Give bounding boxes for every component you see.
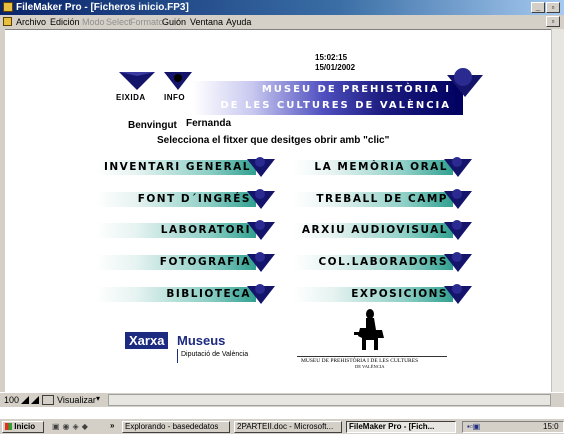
- file-button-la-memoria-oral[interactable]: LA MEMÒRIA ORAL: [293, 156, 473, 178]
- file-label: LA MEMÒRIA ORAL: [314, 161, 448, 173]
- start-button[interactable]: Inicio: [2, 421, 44, 433]
- window-title: FileMaker Pro - [Ficheros inicio.FP3]: [16, 2, 189, 13]
- exit-button[interactable]: EIXIDA: [116, 70, 158, 104]
- file-button-laboratori[interactable]: LABORATORI: [96, 219, 276, 241]
- menu-archivo[interactable]: Archivo: [16, 17, 46, 28]
- quick-launch-icons[interactable]: ▣◉◈◆: [52, 422, 91, 431]
- file-button-font-dingres[interactable]: FONT D´INGRÉS: [96, 188, 276, 210]
- status-bar: 100 Visualizar ▾: [0, 392, 564, 407]
- info-button[interactable]: INFO: [162, 70, 196, 104]
- instruction-text: Selecciona el fitxer que desitges obrir …: [157, 135, 390, 146]
- arrow-icon: [247, 220, 275, 240]
- file-button-treball-de-camp[interactable]: TREBALL DE CAMP: [293, 188, 473, 210]
- xarxa-word: Xarxa: [125, 332, 169, 349]
- file-button-fotografia[interactable]: FOTOGRAFIA: [96, 251, 276, 273]
- welcome-greeting: Benvingut: [128, 120, 177, 131]
- menu-select[interactable]: Select: [106, 17, 131, 28]
- tray-clock: 15:0: [543, 422, 559, 431]
- arrow-icon: [444, 189, 472, 209]
- file-label: FOTOGRAFIA: [159, 256, 251, 268]
- exit-label: EIXIDA: [116, 93, 146, 102]
- museum-title-line1: MUSEU DE PREHISTÒRIA I: [261, 84, 451, 95]
- current-date: 15/01/2002: [315, 63, 356, 72]
- info-label: INFO: [164, 93, 186, 102]
- file-button-col-laboradors[interactable]: COL.LABORADORS: [293, 251, 473, 273]
- arrow-icon: [247, 284, 275, 304]
- desktop-gap: [0, 407, 564, 418]
- file-label: COL.LABORADORS: [318, 256, 448, 268]
- layout-area: 15:02:15 15/01/2002 EIXIDA INFO MUSEU DE…: [5, 29, 551, 393]
- museum-emblem-logo: MUSEU DE PREHISTÒRIA I DE LES CULTURES D…: [297, 308, 447, 370]
- start-label: Inicio: [14, 422, 36, 431]
- task-filemaker[interactable]: FileMaker Pro - [Fich...: [346, 421, 456, 433]
- task-label: 2PARTEII.doc - Microsoft...: [237, 422, 334, 431]
- task-word-doc[interactable]: 2PARTEII.doc - Microsoft...: [234, 421, 342, 433]
- banner-arrow-icon: [447, 68, 483, 97]
- taskbar: Inicio ▣◉◈◆ » Explorando - basededatos 2…: [0, 418, 564, 434]
- minimize-button[interactable]: _: [531, 2, 545, 13]
- file-label: TREBALL DE CAMP: [316, 193, 448, 205]
- menu-bar: Archivo Edición Modo Select Formato Guió…: [0, 15, 564, 29]
- menu-ayuda[interactable]: Ayuda: [226, 17, 251, 28]
- arrow-icon: [247, 189, 275, 209]
- file-label: INVENTARI GENERAL: [103, 161, 251, 173]
- filemaker-icon: [3, 2, 13, 12]
- horse-rider-icon: [354, 309, 384, 350]
- status-toggle-icon[interactable]: [42, 395, 54, 405]
- museus-word: Museus: [177, 333, 226, 348]
- user-name: Fernanda: [186, 118, 232, 129]
- current-time: 15:02:15: [315, 53, 348, 62]
- file-button-biblioteca[interactable]: BIBLIOTECA: [96, 283, 276, 305]
- file-label: ARXIU AUDIOVISUAL: [301, 224, 448, 236]
- file-button-exposicions[interactable]: EXPOSICIONS: [293, 283, 473, 305]
- down-arrow-icon: [119, 72, 155, 90]
- vertical-scrollbar[interactable]: [551, 29, 564, 392]
- title-bar: FileMaker Pro - [Ficheros inicio.FP3] _ …: [0, 0, 564, 15]
- doc-restore-button[interactable]: ▫: [546, 16, 560, 27]
- arrow-icon: [247, 252, 275, 272]
- file-button-arxiu-audiovisual[interactable]: ARXIU AUDIOVISUAL: [293, 219, 473, 241]
- windows-logo-icon: [5, 423, 12, 431]
- task-label: Explorando - basededatos: [125, 422, 219, 431]
- xarxa-subtitle: Diputació de València: [181, 351, 249, 358]
- arrow-icon: [247, 157, 275, 177]
- file-label: FONT D´INGRÉS: [137, 193, 251, 205]
- menu-ventana[interactable]: Ventana: [190, 17, 223, 28]
- task-label: FileMaker Pro - [Fich...: [349, 422, 435, 431]
- quick-launch-more[interactable]: »: [110, 421, 114, 430]
- file-label: EXPOSICIONS: [351, 288, 448, 300]
- mode-selector[interactable]: Visualizar: [57, 395, 96, 405]
- system-tray: ▪▫▣ 15:0: [462, 421, 564, 433]
- museum-title-banner: MUSEU DE PREHISTÒRIA I DE LES CULTURES D…: [193, 81, 463, 115]
- museum-caption-city: DE VALÈNCIA: [355, 364, 385, 369]
- task-explorando[interactable]: Explorando - basededatos: [122, 421, 230, 433]
- horizontal-scrollbar[interactable]: [108, 394, 551, 406]
- menu-guion[interactable]: Guión: [162, 17, 186, 28]
- document-icon[interactable]: [3, 17, 12, 26]
- menu-modo[interactable]: Modo: [82, 17, 105, 28]
- menu-formato[interactable]: Formato: [130, 17, 164, 28]
- museum-title-line2: DE LES CULTURES DE VALÈNCIA: [220, 100, 451, 111]
- tray-icons[interactable]: ▪▫▣: [467, 422, 480, 431]
- info-arrow-icon: [164, 72, 192, 90]
- file-label: LABORATORI: [160, 224, 251, 236]
- mode-dropdown-icon[interactable]: ▾: [96, 394, 100, 403]
- menu-edicion[interactable]: Edición: [50, 17, 80, 28]
- zoom-controls-icon[interactable]: [20, 395, 40, 405]
- arrow-icon: [444, 220, 472, 240]
- zoom-level: 100: [4, 395, 20, 405]
- restore-button[interactable]: ▫: [546, 2, 560, 13]
- xarxa-museus-logo: Xarxa Museus Diputació de València: [125, 330, 275, 370]
- arrow-icon: [444, 284, 472, 304]
- file-label: BIBLIOTECA: [166, 288, 251, 300]
- arrow-icon: [444, 157, 472, 177]
- arrow-icon: [444, 252, 472, 272]
- file-button-inventari-general[interactable]: INVENTARI GENERAL: [96, 156, 276, 178]
